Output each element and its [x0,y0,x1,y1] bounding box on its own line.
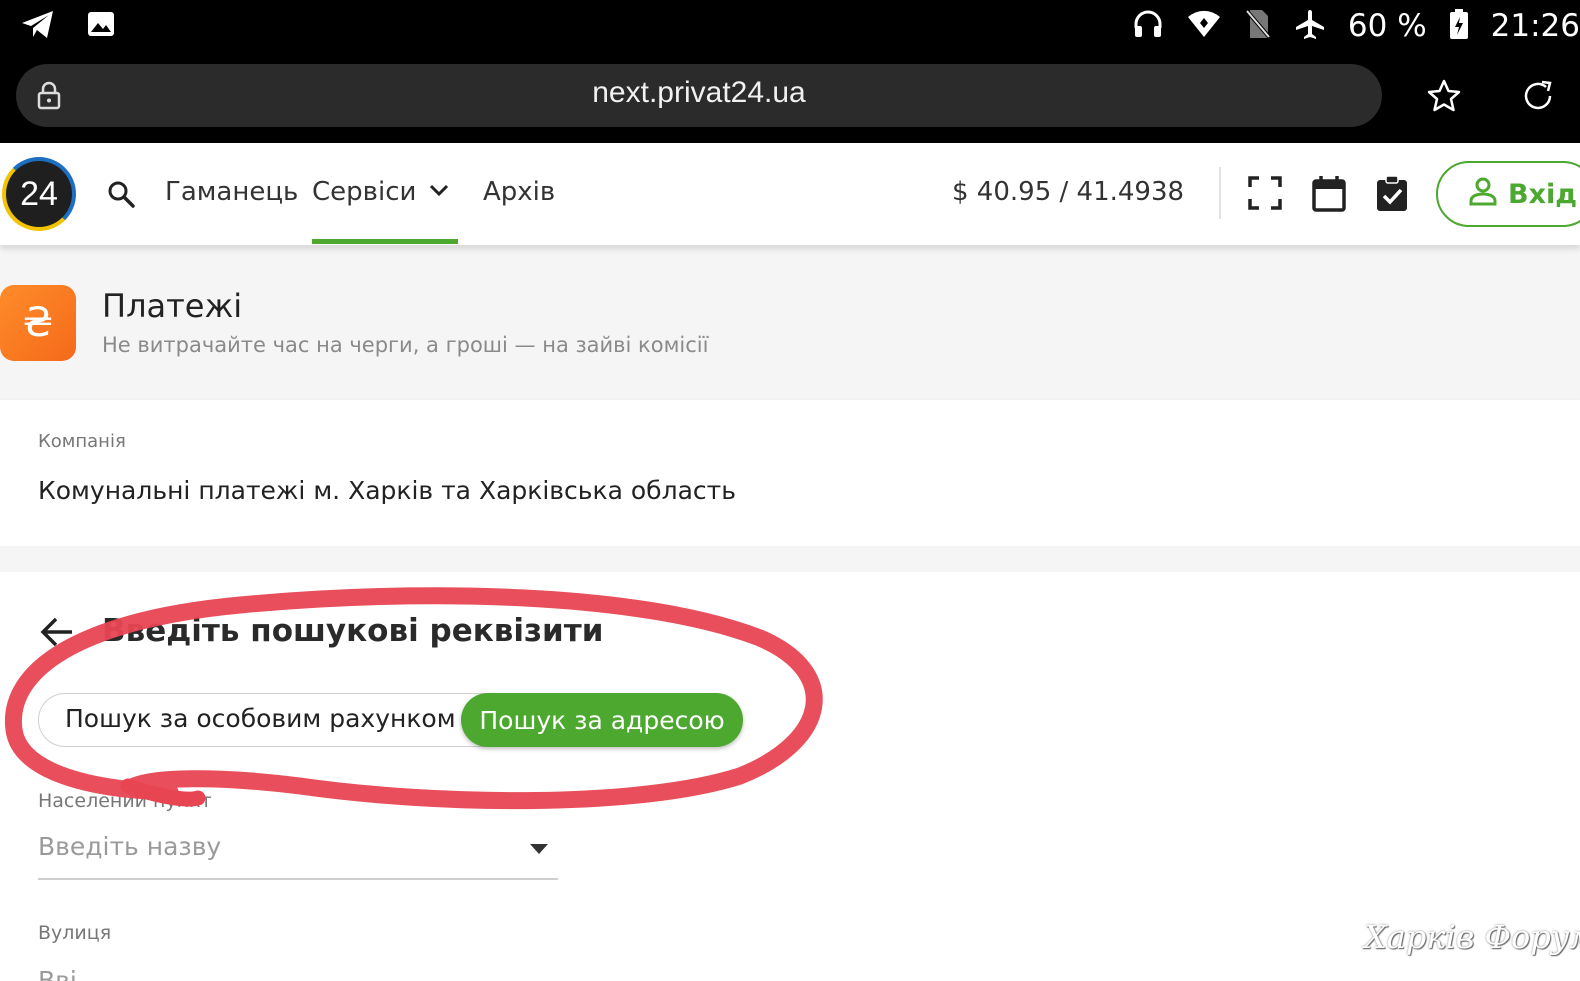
red-circle-annotation [4,587,823,810]
watermark: Харків Форум [1364,918,1580,956]
bookmark-star-icon[interactable] [1426,78,1462,118]
login-label: Вхід [1508,178,1578,210]
page-subtitle: Не витрачайте час на черги, а гроші — на… [102,333,709,357]
image-icon [86,9,116,43]
clock: 21:26 [1490,8,1580,44]
header-divider [1219,167,1221,219]
section-gap [0,546,1580,572]
chevron-down-icon[interactable] [428,183,450,203]
headphones-icon [1132,8,1164,44]
company-value: Комунальні платежі м. Харків та Харківсь… [38,476,736,505]
street-label: Вулиця [38,922,112,944]
url-text[interactable]: next.privat24.ua [16,76,1382,110]
battery-icon [1449,8,1469,44]
calendar-icon[interactable] [1311,175,1347,217]
settlement-placeholder: Введіть назву [38,832,222,861]
telegram-icon [20,8,56,44]
nav-services[interactable]: Сервіси [312,177,416,207]
airplane-icon [1294,8,1326,44]
nav-archive[interactable]: Архів [483,177,555,207]
exchange-rate[interactable]: $ 40.95 / 41.4938 [952,177,1184,207]
nav-wallet[interactable]: Гаманець [165,177,298,207]
no-sim-icon [1244,8,1272,44]
page-title: Платежі [102,287,243,325]
hryvnia-icon: ₴ [0,285,76,361]
user-icon [1468,176,1498,213]
dropdown-arrow-icon[interactable] [530,844,548,854]
company-card[interactable]: Компанія Комунальні платежі м. Харків та… [0,400,1580,546]
battery-percent: 60 % [1347,8,1427,44]
browser-toolbar: next.privat24.ua [0,52,1580,143]
address-bar[interactable]: next.privat24.ua [16,64,1382,127]
status-bar: 60 % 21:26 [0,0,1580,52]
page-header: ₴ Платежі Не витрачайте час на черги, а … [0,245,1580,400]
nav-active-indicator [312,239,458,244]
reload-icon[interactable] [1520,78,1556,118]
settlement-select[interactable]: Введіть назву [38,828,558,880]
login-button[interactable]: Вхід [1436,161,1580,227]
street-placeholder[interactable]: Вві [38,966,77,981]
wifi-icon [1186,9,1222,43]
company-label: Компанія [38,431,126,452]
clipboard-check-icon[interactable] [1375,175,1409,217]
privat24-logo[interactable]: 24 [2,157,76,231]
app-header: 24 Гаманець Сервіси Архів $ 40.95 / 41.4… [0,143,1580,245]
fullscreen-icon[interactable] [1247,175,1283,215]
search-icon[interactable] [106,179,136,213]
